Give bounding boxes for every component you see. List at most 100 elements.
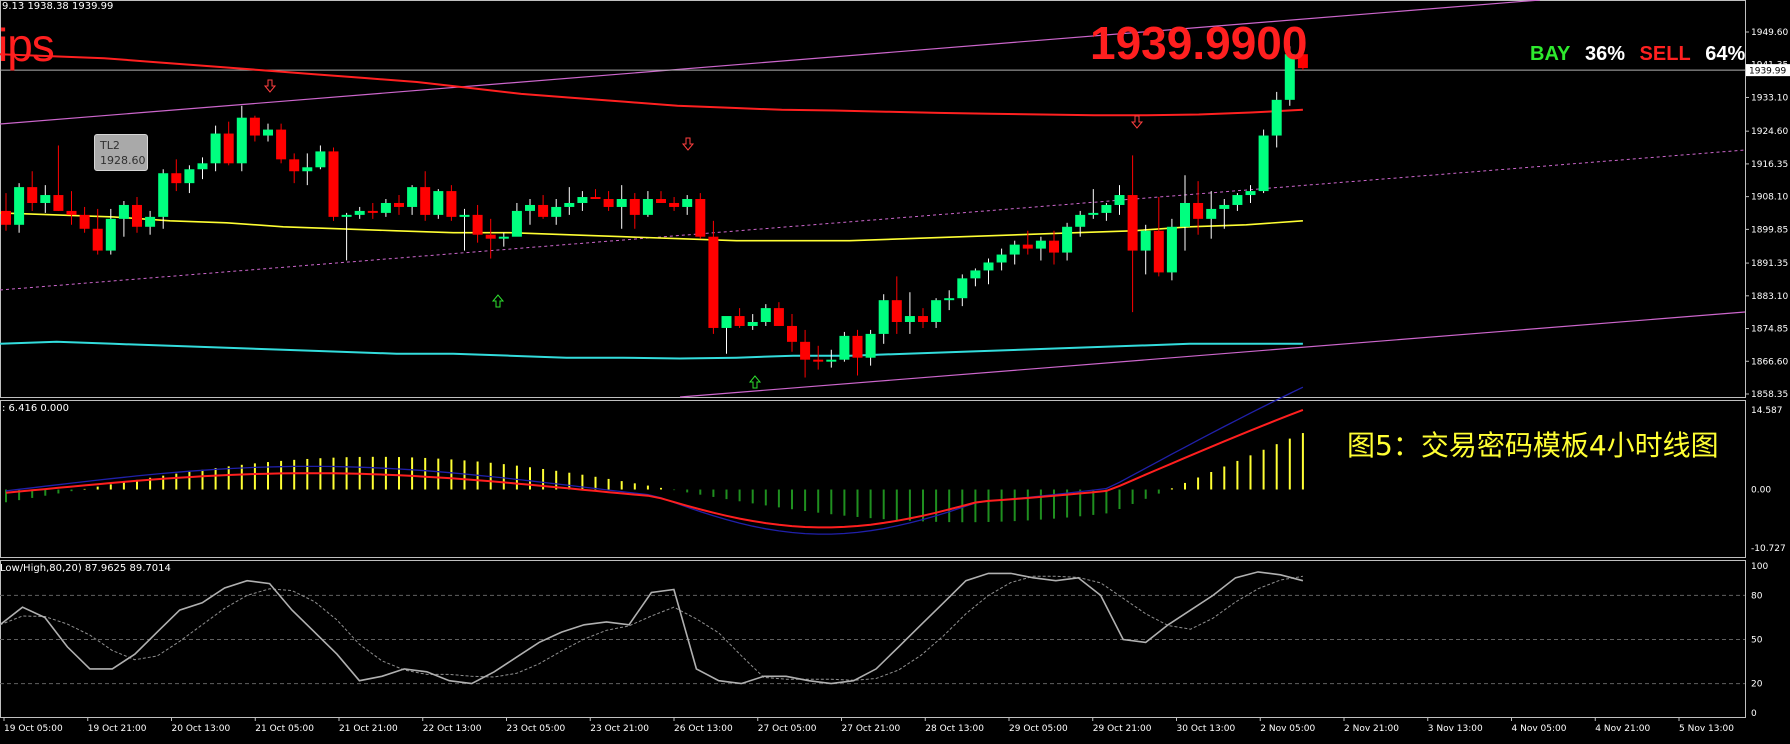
macd-axis-label: -10.727: [1751, 544, 1786, 554]
candle-body: [289, 159, 300, 172]
candle-body: [721, 316, 732, 328]
candle-body: [40, 195, 51, 203]
candle-body: [446, 191, 457, 217]
current-price-tag-label: 1939.99: [1749, 67, 1786, 77]
time-axis-label: 3 Nov 13:00: [1428, 724, 1483, 734]
candle-body: [210, 133, 221, 164]
tl2-label-box[interactable]: TL2 1928.60: [94, 134, 148, 171]
candle-body: [1088, 212, 1099, 215]
candle-body: [747, 321, 758, 326]
macd-axis-label: 0.00: [1751, 486, 1771, 496]
candle-body: [669, 202, 680, 207]
candle-body: [328, 151, 339, 217]
candle-body: [564, 202, 575, 207]
candle-body: [918, 316, 928, 322]
candle-body: [132, 204, 142, 227]
stochastic-readout: Low/High,80,20) 87.9625 89.7014: [0, 563, 171, 574]
candle-body: [66, 210, 77, 215]
candle-body: [1271, 99, 1282, 136]
candle-body: [433, 191, 444, 215]
macd-axis-label: 14.587: [1751, 406, 1783, 416]
candle-body: [1166, 226, 1177, 273]
candle-body: [105, 218, 116, 251]
candle-body: [472, 214, 483, 235]
candle-body: [236, 117, 247, 164]
channel-upper-line: [0, 0, 1541, 125]
time-axis-label: 27 Oct 05:00: [758, 724, 817, 734]
signal-arrow-icon: [1130, 115, 1144, 129]
price-axis-label: 1916.35: [1751, 160, 1788, 170]
candle-body: [1127, 195, 1138, 251]
candle-body: [485, 234, 496, 239]
ohlc-readout: 9.13 1938.38 1939.99: [2, 1, 114, 12]
macd-fast-line: [5, 408, 1304, 529]
price-axis-label: 1891.35: [1751, 259, 1788, 269]
candle-body: [263, 129, 273, 136]
candle-body: [682, 199, 693, 207]
price-axis-label: 1866.60: [1751, 357, 1788, 367]
candle-body: [249, 117, 260, 136]
price-axis-label: 1949.60: [1751, 28, 1788, 38]
candle-body: [551, 206, 562, 217]
candle-body: [158, 173, 169, 217]
sell-percent: 64%: [1705, 43, 1746, 65]
time-axis-label: 5 Nov 13:00: [1679, 724, 1734, 734]
price-chart-canvas[interactable]: 1949.601941.351933.101924.601916.351908.…: [0, 0, 1790, 744]
candle-body: [1258, 135, 1269, 192]
stochastic-axis-label: 50: [1751, 636, 1763, 646]
price-axis-label: 1924.60: [1751, 127, 1788, 137]
candle-body: [1206, 208, 1217, 219]
tl2-label: TL2: [100, 139, 120, 152]
time-axis-label: 27 Oct 21:00: [842, 724, 901, 734]
channel-middle-line: [0, 149, 1746, 291]
time-axis-label: 19 Oct 05:00: [4, 724, 63, 734]
candle-body: [957, 278, 968, 299]
middle-average-line: [0, 212, 1303, 242]
time-axis-label: 21 Oct 21:00: [339, 724, 398, 734]
lower-band-line: [0, 340, 1303, 360]
candle-body: [656, 199, 666, 203]
time-axis-label: 21 Oct 05:00: [255, 724, 314, 734]
signal-arrow-icon: [748, 375, 762, 389]
candle-body: [1180, 202, 1190, 227]
time-axis-label: 4 Nov 05:00: [1512, 724, 1567, 734]
stochastic-main-line: [0, 571, 1304, 685]
time-axis-label: 4 Nov 21:00: [1595, 724, 1650, 734]
candle-body: [787, 325, 797, 342]
candle-body: [367, 210, 378, 213]
bay-percent: 36%: [1584, 43, 1625, 65]
price-axis-label: 1883.10: [1751, 292, 1788, 302]
candle-body: [538, 204, 549, 217]
time-axis-label: 26 Oct 13:00: [674, 724, 733, 734]
candle-body: [695, 199, 706, 237]
candle-body: [760, 308, 771, 322]
stochastic-axis-label: 100: [1751, 562, 1768, 572]
time-axis-label: 19 Oct 21:00: [88, 724, 147, 734]
tl2-value: 1928.60: [100, 154, 146, 167]
candle-body: [1219, 204, 1230, 209]
candle-body: [616, 199, 627, 207]
candle-body: [813, 359, 824, 362]
candle-body: [603, 199, 614, 207]
candle-body: [642, 199, 653, 215]
candle-body: [891, 300, 902, 322]
price-axis-label: 1858.35: [1751, 390, 1788, 400]
time-axis-label: 2 Nov 21:00: [1344, 724, 1399, 734]
candle-body: [276, 129, 287, 160]
candle-body: [826, 359, 837, 362]
candle-body: [734, 316, 745, 326]
candle-body: [79, 214, 90, 229]
time-axis-label: 29 Oct 21:00: [1093, 724, 1152, 734]
candle-body: [27, 187, 38, 203]
signal-arrow-icon: [263, 79, 277, 93]
candle-body: [420, 187, 431, 215]
candle-body: [118, 204, 129, 219]
time-axis-label: 23 Oct 21:00: [590, 724, 649, 734]
candle-body: [315, 151, 326, 168]
time-axis-label: 20 Oct 13:00: [172, 724, 231, 734]
candle-body: [577, 197, 588, 203]
candle-body: [1245, 191, 1256, 196]
candle-body: [1153, 230, 1164, 273]
candle-body: [1009, 244, 1020, 255]
bay-label: BAY: [1530, 43, 1571, 65]
